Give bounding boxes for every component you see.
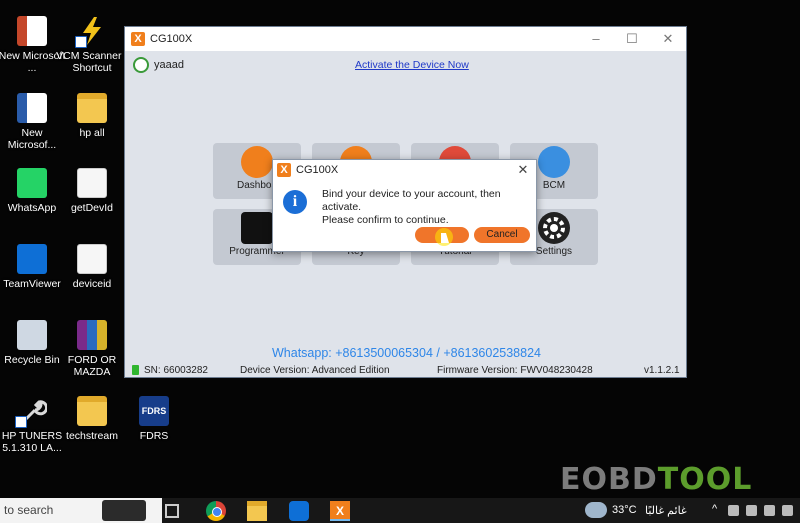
desktop-icon-fdrs[interactable]: FDRS FDRS xyxy=(118,396,190,442)
whatsapp-icon xyxy=(17,168,47,198)
desktop-icon-hp-all[interactable]: hp all xyxy=(56,93,128,139)
recycle-bin-icon xyxy=(17,320,47,350)
app-titlebar[interactable]: X CG100X – ☐ ✕ xyxy=(125,27,686,51)
desktop-icon-label: FORD OR MAZDA xyxy=(67,354,117,378)
bind-device-dialog: X CG100X ✕ i Bind your device to your ac… xyxy=(272,159,537,252)
word-icon xyxy=(17,93,47,123)
teamviewer-icon xyxy=(17,244,47,274)
watermark: EOBDTOOL xyxy=(560,462,752,497)
whatsapp-contact: Whatsapp: +8613500065304 / +861360253882… xyxy=(272,346,541,360)
vcm-scanner-icon xyxy=(75,16,107,48)
user-avatar-icon[interactable] xyxy=(133,57,149,73)
desktop-icon-label: FDRS xyxy=(139,430,169,442)
desktop-icon-label: deviceid xyxy=(72,278,112,290)
dialog-close-icon[interactable]: ✕ xyxy=(510,162,536,178)
lock-icon xyxy=(132,365,139,375)
teamviewer-taskbar-icon[interactable] xyxy=(289,501,309,521)
weather-cloud-icon[interactable] xyxy=(585,502,607,518)
desktop-icon-ford-or-mazda[interactable]: FORD OR MAZDA xyxy=(56,320,128,378)
desktop-icon-getdevid[interactable]: getDevId xyxy=(56,168,128,214)
watermark-right: TOOL xyxy=(657,462,753,497)
powerpoint-icon xyxy=(17,16,47,46)
winrar-icon xyxy=(77,320,107,350)
tray-chevron-icon[interactable]: ^ xyxy=(712,503,717,515)
desktop-icon-vcm-scanner[interactable]: VCM Scanner - Shortcut xyxy=(56,16,128,74)
speedometer-icon xyxy=(241,146,273,178)
maximize-icon[interactable]: ☐ xyxy=(614,27,650,51)
desktop-icon-label: hp all xyxy=(79,127,105,139)
dialog-message-line2: Please confirm to continue. xyxy=(322,214,449,226)
bcm-icon xyxy=(538,146,570,178)
mouse-cursor-icon xyxy=(435,228,453,246)
fdrs-icon: FDRS xyxy=(139,396,169,426)
device-version: Device Version: Advanced Edition xyxy=(240,365,390,376)
activate-device-link[interactable]: Activate the Device Now xyxy=(355,59,469,71)
cg100x-logo-icon: X xyxy=(131,32,145,46)
serial-number: SN: 66003282 xyxy=(144,365,208,376)
app-header: yaaad Activate the Device Now xyxy=(125,51,686,77)
network-icon[interactable] xyxy=(728,505,739,516)
app-title: CG100X xyxy=(150,33,193,45)
status-bar: SN: 66003282 Device Version: Advanced Ed… xyxy=(125,365,686,379)
weather-description: غائم غالبًا xyxy=(645,505,687,517)
close-icon[interactable]: ✕ xyxy=(650,27,686,51)
watermark-left: EOBD xyxy=(560,462,658,497)
text-file-icon xyxy=(77,244,107,274)
dialog-titlebar[interactable]: X CG100X ✕ xyxy=(273,160,536,180)
camera-icon xyxy=(102,500,146,521)
chip-icon xyxy=(241,212,273,244)
volume-icon[interactable] xyxy=(746,505,757,516)
hp-tuners-icon xyxy=(15,396,49,428)
desktop: New Microsoft ... VCM Scanner - Shortcut… xyxy=(0,0,800,523)
info-icon: i xyxy=(283,190,307,214)
cancel-button[interactable]: Cancel xyxy=(474,227,530,243)
chrome-icon[interactable] xyxy=(206,501,226,521)
folder-icon xyxy=(77,396,107,426)
notification-icon[interactable] xyxy=(782,505,793,516)
dialog-title: CG100X xyxy=(296,164,339,176)
cg100x-taskbar-icon[interactable]: X xyxy=(330,501,350,521)
dialog-message-line1: Bind your device to your account, then a… xyxy=(322,188,501,213)
temperature: 33°C xyxy=(612,504,637,516)
task-view-icon[interactable] xyxy=(165,504,179,518)
dialog-message: Bind your device to your account, then a… xyxy=(322,188,536,227)
window-controls: – ☐ ✕ xyxy=(578,27,686,51)
gear-icon xyxy=(538,212,570,244)
desktop-icon-deviceid[interactable]: deviceid xyxy=(56,244,128,290)
app-version: v1.1.2.1 xyxy=(644,365,680,376)
folder-icon xyxy=(77,93,107,123)
taskbar: to search X 33°C غائم غالبًا ^ xyxy=(0,498,800,523)
minimize-icon[interactable]: – xyxy=(578,27,614,51)
username[interactable]: yaaad xyxy=(154,59,184,71)
getdevid-icon xyxy=(77,168,107,198)
cg100x-logo-icon: X xyxy=(277,163,291,177)
desktop-icon-label: getDevId xyxy=(70,202,114,214)
battery-icon[interactable] xyxy=(764,505,775,516)
firmware-version: Firmware Version: FWV048230428 xyxy=(437,365,593,376)
file-explorer-icon[interactable] xyxy=(247,501,267,521)
desktop-icon-label: VCM Scanner - Shortcut xyxy=(56,50,128,74)
